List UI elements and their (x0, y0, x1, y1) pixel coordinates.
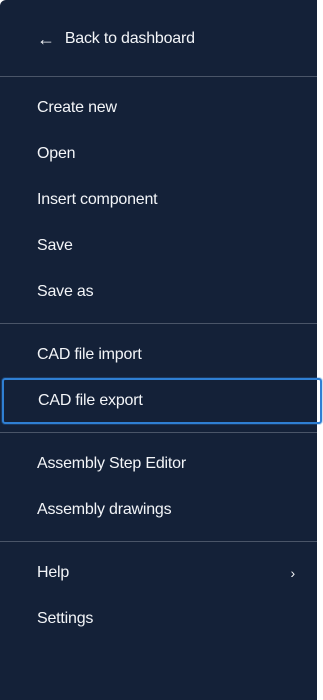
menu-item-cad-file-import[interactable]: CAD file import (0, 332, 317, 378)
help-settings-section: Help › Settings (0, 542, 317, 650)
assembly-section: Assembly Step Editor Assembly drawings (0, 433, 317, 542)
menu-item-label: CAD file export (38, 392, 143, 409)
menu-item-label: Help (37, 564, 70, 581)
menu-item-create-new[interactable]: Create new (0, 85, 317, 131)
menu-item-help[interactable]: Help › (0, 550, 317, 596)
menu-item-label: Insert component (37, 191, 158, 208)
menu-item-label: Open (37, 145, 76, 162)
cad-section: CAD file import CAD file export (0, 324, 322, 433)
menu-item-label: Create new (37, 99, 117, 116)
back-to-dashboard-button[interactable]: ← Back to dashboard (0, 16, 317, 62)
menu-item-label: CAD file import (37, 346, 142, 363)
menu-item-label: Assembly Step Editor (37, 455, 186, 472)
menu-item-insert-component[interactable]: Insert component (0, 177, 317, 223)
file-menu-panel: ← Back to dashboard Create new Open Inse… (0, 0, 322, 700)
arrow-left-icon: ← (37, 29, 55, 49)
menu-item-assembly-step-editor[interactable]: Assembly Step Editor (0, 441, 317, 487)
back-section: ← Back to dashboard (0, 0, 317, 77)
file-actions-section: Create new Open Insert component Save Sa… (0, 77, 317, 324)
menu-item-label: Save as (37, 283, 94, 300)
menu-item-label: Settings (37, 610, 94, 627)
menu-item-label: Save (37, 237, 73, 254)
menu-item-label: Assembly drawings (37, 501, 172, 518)
menu-item-open[interactable]: Open (0, 131, 317, 177)
chevron-right-icon: › (290, 565, 296, 581)
menu-item-cad-file-export[interactable]: CAD file export (2, 378, 322, 424)
back-to-dashboard-label: Back to dashboard (64, 30, 195, 47)
menu-item-save[interactable]: Save (0, 223, 317, 269)
menu-item-save-as[interactable]: Save as (0, 269, 317, 315)
menu-item-settings[interactable]: Settings (0, 596, 317, 642)
menu-item-assembly-drawings[interactable]: Assembly drawings (0, 487, 317, 533)
